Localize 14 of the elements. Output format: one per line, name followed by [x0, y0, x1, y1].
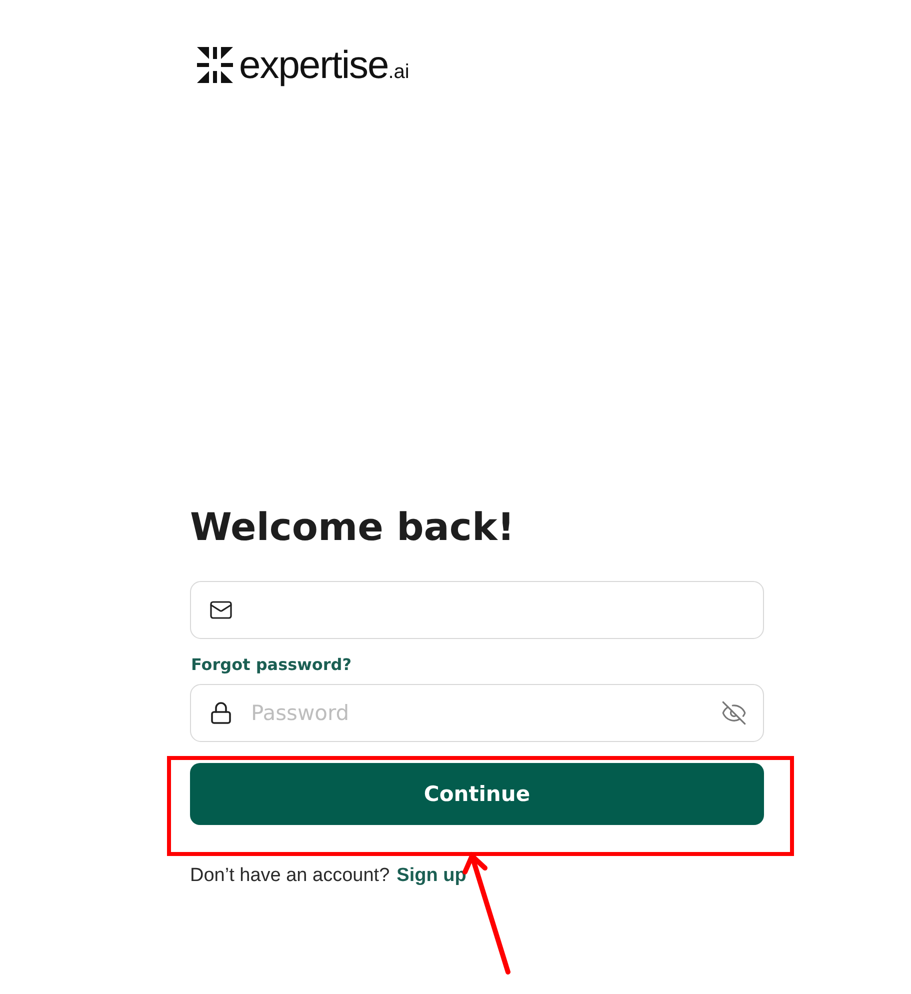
signup-prompt: Don’t have an account? — [190, 865, 390, 887]
sign-up-link[interactable]: Sign up — [396, 865, 466, 887]
logo-text: expertise — [239, 46, 388, 84]
password-field[interactable]: Password — [190, 684, 764, 742]
continue-button[interactable]: Continue — [190, 763, 764, 825]
logo-icon — [197, 47, 233, 83]
forgot-password-link[interactable]: Forgot password? — [191, 655, 352, 674]
eye-off-icon[interactable] — [721, 700, 747, 726]
lock-icon — [209, 701, 233, 725]
email-field[interactable] — [190, 581, 764, 639]
welcome-heading: Welcome back! — [190, 504, 516, 550]
logo-suffix: .ai — [388, 61, 410, 84]
password-input[interactable]: Password — [249, 700, 705, 726]
mail-icon — [209, 598, 233, 622]
